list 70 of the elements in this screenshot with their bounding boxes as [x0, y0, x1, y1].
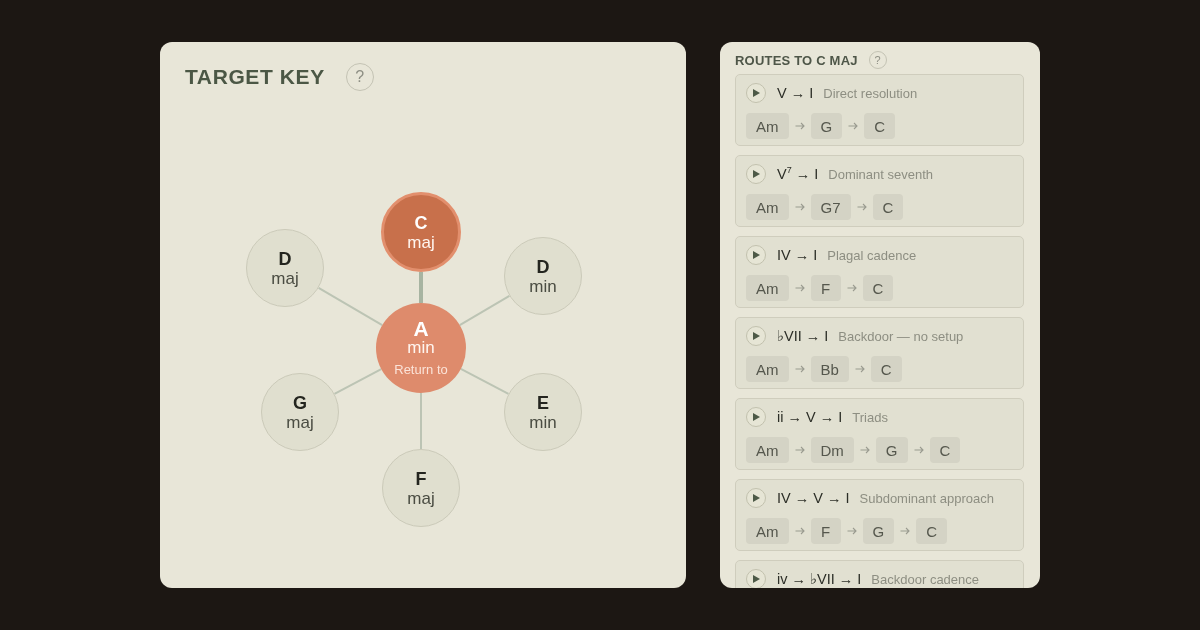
chord-chip: C: [916, 518, 947, 544]
arrow-icon: [848, 122, 859, 130]
arrow-icon: [794, 446, 805, 454]
chord-chip: G: [810, 113, 843, 139]
arrow-icon: [794, 284, 805, 292]
chord-chip: C: [862, 275, 894, 301]
play-icon: [752, 332, 760, 340]
route-description: Direct resolution: [823, 85, 918, 101]
chord-chip: Bb: [810, 356, 849, 382]
chord-chip: C: [870, 356, 902, 382]
play-icon: [752, 89, 760, 97]
route-description: Subdominant approach: [859, 490, 994, 506]
arrow-icon: [794, 527, 805, 535]
play-button[interactable]: [746, 407, 766, 427]
play-icon: [752, 251, 760, 259]
chord-chip: Am: [746, 437, 789, 463]
play-button[interactable]: [746, 569, 766, 588]
play-icon: [752, 575, 760, 583]
arrow-icon: [846, 527, 857, 535]
arrow-icon: [854, 365, 865, 373]
route-numerals: IV → V → I: [777, 490, 850, 506]
arrow-icon: [859, 446, 870, 454]
key-node[interactable]: G maj: [261, 373, 339, 451]
chord-chip: Dm: [810, 437, 854, 463]
play-button[interactable]: [746, 326, 766, 346]
route-numerals: V → I: [777, 85, 814, 101]
chord-chip: F: [810, 275, 841, 301]
route-numerals: IV → I: [777, 247, 818, 263]
chord-chip: G: [862, 518, 895, 544]
route-description: Backdoor cadence: [871, 571, 980, 587]
arrow-icon: [856, 203, 867, 211]
play-button[interactable]: [746, 164, 766, 184]
arrow-icon: [794, 365, 805, 373]
play-button[interactable]: [746, 245, 766, 265]
chord-chip: Am: [746, 356, 789, 382]
chord-chip: F: [810, 518, 841, 544]
play-icon: [752, 170, 760, 178]
panel-title: TARGET KEY: [185, 64, 325, 90]
chord-chip: C: [929, 437, 961, 463]
arrow-icon: [794, 203, 805, 211]
route-numerals: ♭VII → I: [777, 328, 829, 344]
route-description: Backdoor — no setup: [838, 328, 964, 344]
route-description: Triads: [852, 409, 888, 425]
chord-chip: G7: [810, 194, 851, 220]
route-description: Dominant seventh: [828, 166, 934, 182]
route-numerals: ii → V → I: [777, 409, 843, 425]
chord-chip: C: [864, 113, 895, 139]
play-button[interactable]: [746, 83, 766, 103]
key-node[interactable]: C maj: [381, 192, 461, 272]
chord-chip: Am: [746, 275, 789, 301]
key-node[interactable]: D maj: [246, 229, 324, 307]
chord-chip: G: [875, 437, 908, 463]
arrow-icon: [913, 446, 924, 454]
play-button[interactable]: [746, 488, 766, 508]
chord-chip: C: [872, 194, 904, 220]
key-node[interactable]: F maj: [382, 449, 460, 527]
panel-title: ROUTES TO C MAJ: [735, 52, 858, 68]
play-icon: [752, 413, 760, 421]
chord-chip: Am: [746, 194, 789, 220]
route-numerals: iv → ♭VII → I: [777, 571, 862, 587]
route-numerals: V$^{7}$ → I: [777, 166, 819, 182]
play-icon: [752, 494, 760, 502]
chord-chip: Am: [746, 113, 789, 139]
key-node[interactable]: E min: [504, 373, 582, 451]
arrow-icon: [846, 284, 857, 292]
key-node[interactable]: D min: [504, 237, 582, 315]
arrow-icon: [900, 527, 911, 535]
chord-chip: Am: [746, 518, 789, 544]
arrow-icon: [794, 122, 805, 130]
route-description: Plagal cadence: [827, 247, 917, 263]
